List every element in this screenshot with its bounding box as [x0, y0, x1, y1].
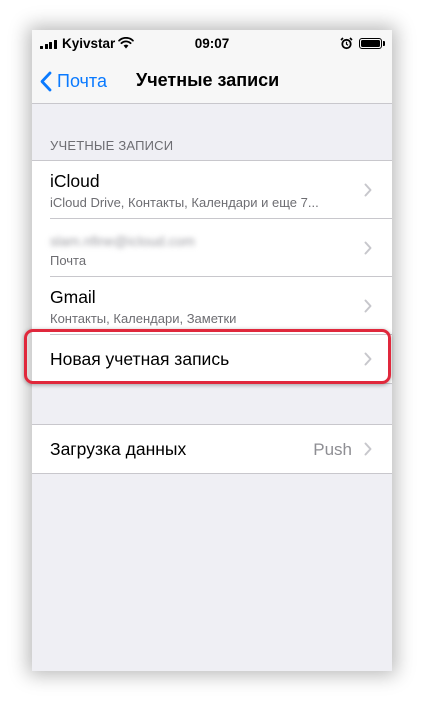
account-row-gmail[interactable]: Gmail Контакты, Календари, Заметки	[32, 277, 392, 335]
back-button[interactable]: Почта	[40, 67, 107, 95]
account-subtitle: iCloud Drive, Контакты, Календари и еще …	[50, 195, 319, 210]
back-chevron-icon	[40, 71, 52, 91]
section-header-accounts: УЧЕТНЫЕ ЗАПИСИ	[50, 138, 174, 153]
status-bar: Kyivstar 09:07	[32, 30, 392, 58]
chevron-right-icon	[364, 352, 372, 366]
chevron-right-icon	[364, 241, 372, 255]
chevron-right-icon	[364, 299, 372, 313]
fetch-mode-value: Push	[313, 440, 352, 459]
phone-screen: Kyivstar 09:07 Почта Учетные записи УЧЕТ…	[32, 30, 392, 671]
account-subtitle: Почта	[50, 253, 87, 268]
navigation-bar: Почта Учетные записи	[32, 58, 392, 104]
clock-time: 09:07	[194, 36, 230, 51]
account-title: Gmail	[50, 287, 96, 307]
fetch-new-data-row[interactable]: Загрузка данных Push	[32, 425, 392, 473]
account-row-icloud[interactable]: iCloud iCloud Drive, Контакты, Календари…	[32, 161, 392, 219]
chevron-right-icon	[364, 442, 372, 456]
accounts-list: iCloud iCloud Drive, Контакты, Календари…	[32, 160, 392, 384]
account-title: iCloud	[50, 171, 100, 191]
account-email-blurred: slam.nfine@icloud.com	[50, 233, 195, 249]
chevron-right-icon	[364, 183, 372, 197]
fetch-new-data-label: Загрузка данных	[50, 439, 187, 459]
page-title: Учетные записи	[136, 70, 280, 90]
add-account-row[interactable]: Новая учетная запись	[32, 335, 392, 383]
back-button-label: Почта	[57, 70, 107, 91]
fetch-settings-list: Загрузка данных Push	[32, 424, 392, 474]
account-row-email[interactable]: slam.nfine@icloud.com Почта	[32, 219, 392, 277]
battery-tip	[383, 41, 385, 46]
account-subtitle: Контакты, Календари, Заметки	[50, 311, 237, 326]
add-account-label: Новая учетная запись	[50, 349, 230, 369]
alarm-icon	[340, 37, 353, 50]
battery-icon	[359, 38, 382, 49]
